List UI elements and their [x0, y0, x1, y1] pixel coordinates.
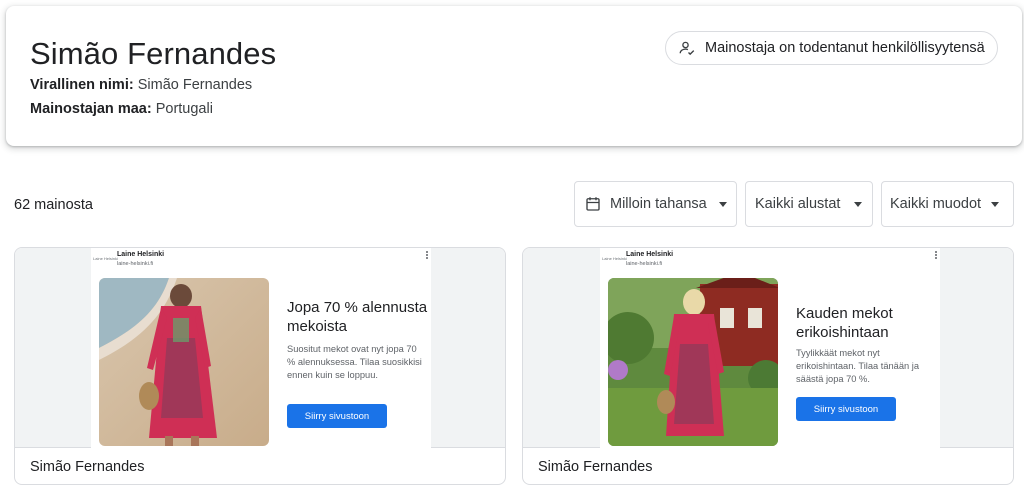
- advertiser-country-label: Mainostajan maa:: [30, 101, 152, 117]
- more-options-icon: [425, 251, 429, 259]
- advertiser-name: Simão Fernandes: [30, 36, 277, 71]
- person-check-icon: [679, 41, 695, 56]
- advertiser-country-value: Portugali: [155, 101, 213, 117]
- ad-preview: Laine Helsinki Laine Helsinki laine-hels…: [523, 248, 1013, 448]
- ad-headline: Jopa 70 % alennusta mekoista: [287, 299, 428, 335]
- visit-site-button[interactable]: Siirry sivustoon: [796, 397, 896, 421]
- ad-preview: Laine Helsinki Laine Helsinki laine-hels…: [15, 248, 505, 448]
- ad-count: 62 mainosta: [14, 197, 93, 213]
- ad-creative: Laine Helsinki Laine Helsinki laine-hels…: [600, 248, 940, 448]
- format-filter-label: Kaikki muodot: [890, 196, 982, 212]
- ad-image-beach-dress: [99, 278, 269, 446]
- ad-advertiser-name: Simão Fernandes: [538, 459, 653, 475]
- platform-filter-label: Kaikki alustat: [755, 196, 841, 212]
- date-filter-label: Milloin tahansa: [610, 196, 707, 212]
- visit-site-button[interactable]: Siirry sivustoon: [287, 404, 387, 428]
- ad-headline: Kauden mekot erikoishintaan: [796, 305, 893, 341]
- advertiser-country-line: Mainostajan maa: Portugali: [30, 101, 213, 117]
- calendar-icon: [586, 197, 600, 211]
- chevron-down-icon: [854, 201, 863, 207]
- ad-image-garden-dress: [608, 278, 778, 446]
- ad-site-url: laine-helsinki.fi: [626, 261, 663, 267]
- official-name-line: Virallinen nimi: Simão Fernandes: [30, 77, 252, 93]
- ad-creative: Laine Helsinki Laine Helsinki laine-hels…: [91, 248, 431, 448]
- ad-description: Tyylikkäät mekot nyt erikoishintaan. Til…: [796, 348, 920, 384]
- site-logo: Laine Helsinki: [93, 256, 118, 261]
- ad-card[interactable]: Laine Helsinki Laine Helsinki laine-hels…: [522, 247, 1014, 485]
- date-filter-dropdown[interactable]: Milloin tahansa: [574, 181, 737, 227]
- ad-card[interactable]: Laine Helsinki Laine Helsinki laine-hels…: [14, 247, 506, 485]
- site-logo: Laine Helsinki: [602, 256, 627, 261]
- official-name-value: Simão Fernandes: [137, 77, 253, 93]
- ad-description: Suositut mekot ovat nyt jopa 70 % alennu…: [287, 344, 422, 380]
- verified-identity-label: Mainostaja on todentanut henkilöllisyyte…: [705, 40, 985, 56]
- verified-identity-chip[interactable]: Mainostaja on todentanut henkilöllisyyte…: [665, 31, 998, 65]
- ad-site-name: Laine Helsinki: [117, 251, 165, 258]
- ad-site-name: Laine Helsinki: [626, 251, 674, 258]
- advertiser-header-card: Simão Fernandes Virallinen nimi: Simão F…: [6, 6, 1022, 146]
- ad-site-url: laine-helsinki.fi: [117, 261, 154, 267]
- ad-advertiser-name: Simão Fernandes: [30, 459, 145, 475]
- platform-filter-dropdown[interactable]: Kaikki alustat: [745, 181, 873, 227]
- chevron-down-icon: [991, 201, 1000, 207]
- more-options-icon: [934, 251, 938, 259]
- chevron-down-icon: [718, 201, 727, 207]
- official-name-label: Virallinen nimi:: [30, 77, 134, 93]
- format-filter-dropdown[interactable]: Kaikki muodot: [881, 181, 1014, 227]
